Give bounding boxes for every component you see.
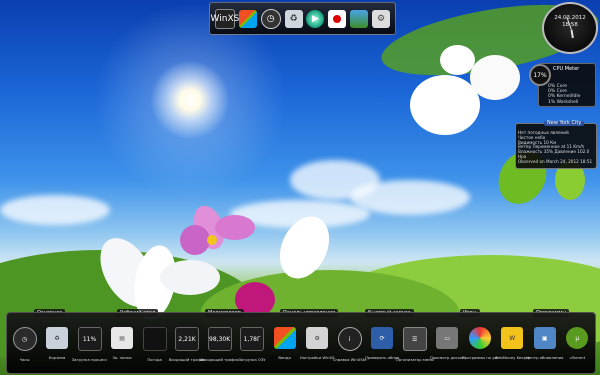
- settings-icon: ⚙: [306, 327, 329, 349]
- default-programs-icon: [468, 327, 491, 349]
- upload-traffic-icon: 98,30K: [207, 327, 232, 351]
- ram-icon: 1,78Г: [240, 327, 265, 351]
- bottom-item-download-traffic[interactable]: 2,21K Входящий трафик: [169, 321, 205, 371]
- utorrent-icon: µ: [566, 327, 589, 349]
- bottom-item-settings[interactable]: ⚙ Настройки WinXS: [300, 321, 335, 371]
- weather-line: Observed on March 24, 2012 18:51: [518, 158, 593, 164]
- bottom-item-menu-organizer[interactable]: ☰ Организатор меню: [396, 321, 434, 371]
- weather-city: New York City: [544, 121, 585, 126]
- bottom-item-check-updates[interactable]: ⟳ Проверить обнов: [365, 321, 399, 371]
- bottom-bar: ◷ Часы ♻ Корзина 11% Загрузка процесс ▤ …: [6, 312, 596, 374]
- bottom-item-windows[interactable]: Винда: [271, 321, 298, 371]
- sun: [150, 60, 230, 140]
- windows-update-icon: ▣: [533, 327, 556, 349]
- folder-icon: ▤: [111, 327, 134, 349]
- bottom-item-default-programs[interactable]: Программы по ум: [462, 321, 497, 371]
- cpu-gauge: 17%: [529, 64, 551, 86]
- gear-icon[interactable]: ⚙: [372, 9, 391, 28]
- windows-flag-icon: [273, 327, 296, 349]
- info-icon: i: [337, 327, 362, 351]
- clock-gadget[interactable]: 24.03.2012 18:58: [542, 2, 598, 54]
- weather-gadget[interactable]: New York City Нет погодных явлений Чисто…: [515, 121, 597, 169]
- recycle-bin-icon: ♻: [46, 327, 69, 349]
- japan-flag-icon[interactable]: [328, 9, 347, 28]
- cpu-lines: 0% Core 0% Core 0% Kernel/Idle 1% Worksh…: [548, 84, 581, 105]
- disk-icon: ▭: [436, 327, 459, 349]
- bottom-item-upload-traffic[interactable]: 98,30K Исходящий трафик: [200, 321, 239, 371]
- update-icon: ⟳: [371, 327, 394, 349]
- top-dock: WinXS ◷ ♻ ▶ ⚙: [209, 2, 396, 35]
- bottom-item-ram[interactable]: 1,78Г Загрузка ОЗУ: [239, 321, 266, 371]
- clock-date: 24.03.2012: [554, 15, 586, 21]
- clock-icon: ◷: [12, 327, 37, 351]
- download-traffic-icon: 2,21K: [175, 327, 200, 351]
- media-player-icon[interactable]: ▶: [306, 9, 325, 28]
- bottom-item-cpu[interactable]: 11% Загрузка процесс: [72, 321, 107, 371]
- recycle-bin-icon[interactable]: ♻: [284, 9, 303, 28]
- bottom-item-webmoney[interactable]: W WebMoney Keeper: [495, 321, 530, 371]
- bottom-item-clock[interactable]: ◷ Часы: [11, 321, 38, 371]
- cpu-title: CPU Meter: [553, 66, 580, 72]
- cpu-meter-icon: 11%: [77, 327, 102, 351]
- windows-flag-icon[interactable]: [238, 9, 257, 28]
- photo-icon[interactable]: [350, 9, 369, 28]
- webmoney-icon: W: [501, 327, 524, 349]
- weather-icon: [142, 327, 167, 351]
- clock-icon[interactable]: ◷: [260, 8, 281, 29]
- bottom-item-utorrent[interactable]: µ uTorrent: [564, 321, 591, 371]
- bottom-item-recycle-bin[interactable]: ♻ Корзина: [44, 321, 71, 371]
- cpu-meter-gadget[interactable]: 17% CPU Meter 0% Core 0% Core 0% Kernel/…: [529, 63, 596, 107]
- bottom-bar-items: ◷ Часы ♻ Корзина 11% Загрузка процесс ▤ …: [11, 321, 591, 371]
- winlogo-icon[interactable]: WinXS: [211, 8, 239, 29]
- bottom-item-windows-update[interactable]: ▣ Центр обновления: [526, 321, 563, 371]
- bottom-item-weather[interactable]: Погода: [141, 321, 168, 371]
- bottom-item-help[interactable]: i Справка WinXSte: [333, 321, 367, 371]
- menu-organizer-icon: ☰: [402, 327, 427, 351]
- clock-hand: [571, 29, 574, 39]
- bottom-item-folder[interactable]: ▤ За. папка: [109, 321, 136, 371]
- bottom-item-disks[interactable]: ▭ Просмотр дисков: [430, 321, 465, 371]
